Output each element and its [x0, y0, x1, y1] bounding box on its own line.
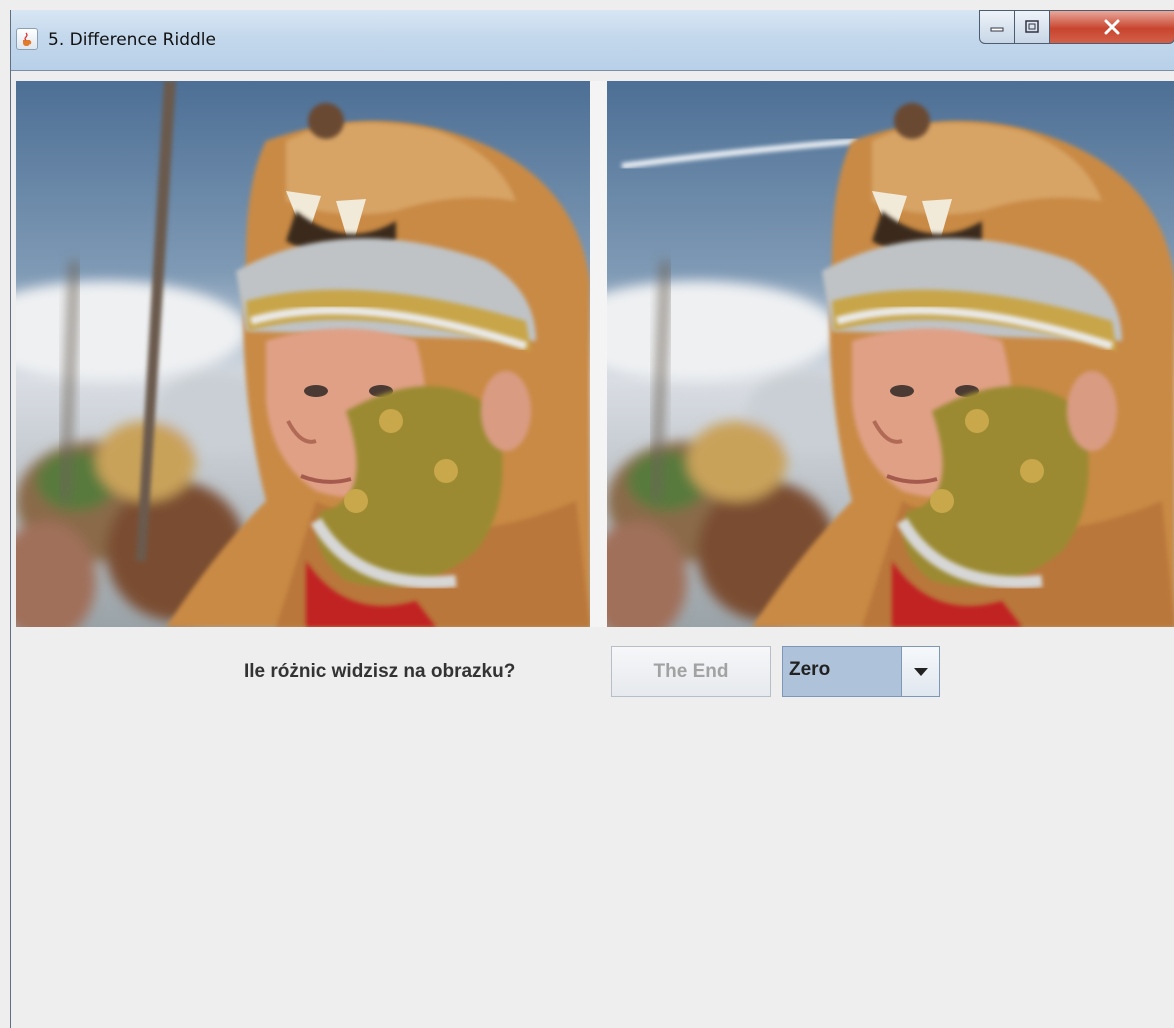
original-photo[interactable]: [16, 81, 590, 627]
differences-count-select[interactable]: Zero: [782, 646, 940, 697]
question-label: Ile różnic widzisz na obrazku?: [244, 661, 516, 682]
select-value: Zero: [789, 659, 831, 680]
the-end-button[interactable]: The End: [611, 646, 771, 697]
close-icon: [1104, 19, 1120, 35]
title-bar[interactable]: 5. Difference Riddle: [11, 10, 1174, 71]
minimize-icon: [990, 27, 1004, 32]
modified-photo[interactable]: [607, 81, 1174, 627]
app-window: 5. Difference Riddle Ile różnic widzisz …: [10, 10, 1174, 1028]
minimize-button[interactable]: [979, 10, 1015, 44]
maximize-button[interactable]: [1014, 10, 1050, 44]
the-end-button-label: The End: [653, 660, 729, 682]
java-cup-icon[interactable]: [16, 28, 38, 50]
chevron-down-icon: [914, 668, 928, 676]
image-divider: [590, 81, 607, 627]
maximize-icon: [1025, 20, 1039, 33]
dropdown-arrow-button[interactable]: [901, 647, 939, 696]
window-title: 5. Difference Riddle: [48, 30, 216, 50]
close-button[interactable]: [1049, 10, 1174, 44]
